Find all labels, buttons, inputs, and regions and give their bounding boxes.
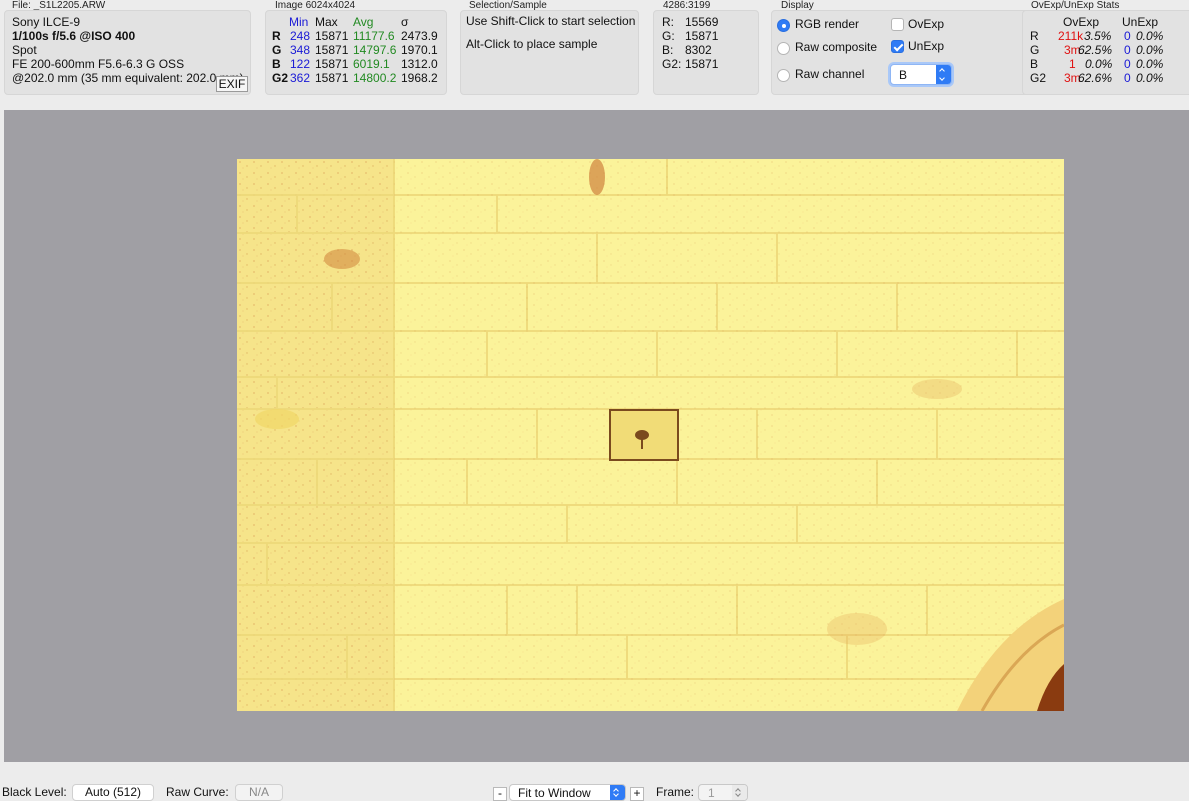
exif-button[interactable]: EXIF bbox=[216, 76, 248, 92]
zoom-in-button[interactable]: + bbox=[630, 787, 644, 801]
sample-g-value: 15871 bbox=[685, 29, 719, 43]
sample-r-label: R: bbox=[662, 15, 674, 29]
row-g-sigma: 1970.1 bbox=[401, 43, 438, 57]
focal-length: @202.0 mm (35 mm equivalent: 202.0 mm) bbox=[12, 71, 244, 85]
zoom-select[interactable]: Fit to Window bbox=[509, 784, 626, 801]
stats-r-un-count: 0 bbox=[1124, 29, 1131, 43]
row-b-channel: B bbox=[272, 57, 281, 71]
stats-b-un-count: 0 bbox=[1124, 57, 1131, 71]
stats-g2-channel: G2 bbox=[1030, 71, 1047, 85]
stats-b-ov-pct: 0.0% bbox=[1085, 57, 1113, 71]
frame-stepper[interactable]: 1 bbox=[698, 784, 748, 801]
stats-g2-un-count: 0 bbox=[1124, 71, 1131, 85]
lens-model: FE 200-600mm F5.6-6.3 G OSS bbox=[12, 57, 185, 71]
black-level-field[interactable]: Auto (512) bbox=[72, 784, 154, 801]
ovexp-label[interactable]: OvExp bbox=[908, 17, 944, 31]
stats-header-ovexp: OvExp bbox=[1063, 15, 1100, 29]
stats-r-channel: R bbox=[1030, 29, 1039, 43]
stats-header-unexp: UnExp bbox=[1122, 15, 1159, 29]
black-level-label: Black Level: bbox=[2, 785, 67, 799]
header-max: Max bbox=[315, 15, 338, 29]
row-g2-sigma: 1968.2 bbox=[401, 71, 438, 85]
row-b-min: 122 bbox=[290, 57, 311, 71]
rgb-render-label[interactable]: RGB render bbox=[795, 17, 859, 31]
sample-g-label: G: bbox=[662, 29, 675, 43]
row-g-max: 15871 bbox=[315, 43, 349, 57]
sample-values-panel: R: 15569 G: 15871 B: 8302 G2: 15871 bbox=[653, 10, 759, 95]
row-r-sigma: 2473.9 bbox=[401, 29, 438, 43]
stats-g-channel: G bbox=[1030, 43, 1040, 57]
stats-r-ov-pct: 3.5% bbox=[1084, 29, 1112, 43]
chevron-updown-icon bbox=[610, 785, 625, 800]
sample-b-label: B: bbox=[662, 43, 674, 57]
stats-r-ov-count: 211k bbox=[1058, 29, 1084, 43]
sample-g2-value: 15871 bbox=[685, 57, 719, 71]
stats-r-un-pct: 0.0% bbox=[1136, 29, 1164, 43]
sample-g2-label: G2: bbox=[662, 57, 682, 71]
row-b-avg: 6019.1 bbox=[353, 57, 390, 71]
selection-panel: Use Shift-Click to start selection Alt-C… bbox=[460, 10, 639, 95]
stats-g-un-count: 0 bbox=[1124, 43, 1131, 57]
row-r-avg: 11177.6 bbox=[353, 29, 395, 43]
unexp-label[interactable]: UnExp bbox=[908, 39, 944, 53]
image-stats-panel: Min Max Avg σ R 248 15871 11177.6 2473.9… bbox=[265, 10, 447, 95]
stats-g2-un-pct: 0.0% bbox=[1136, 71, 1164, 85]
bottom-toolbar: Black Level: Auto (512) Raw Curve: N/A -… bbox=[0, 784, 1189, 801]
row-g-channel: G bbox=[272, 43, 282, 57]
camera-model: Sony ILCE-9 bbox=[12, 15, 81, 29]
file-info-panel: Sony ILCE-9 1/100s f/5.6 @ISO 400 Spot F… bbox=[4, 10, 251, 95]
row-g2-min: 362 bbox=[290, 71, 311, 85]
stats-g2-ov-pct: 62.6% bbox=[1078, 71, 1113, 85]
display-panel: RGB render Raw composite Raw channel OvE… bbox=[771, 10, 1035, 95]
header-avg: Avg bbox=[353, 15, 374, 29]
raw-composite-label[interactable]: Raw composite bbox=[795, 40, 877, 54]
stats-b-channel: B bbox=[1030, 57, 1039, 71]
stats-g-un-pct: 0.0% bbox=[1136, 43, 1164, 57]
chevron-updown-icon bbox=[936, 65, 951, 84]
sample-b-value: 8302 bbox=[685, 43, 712, 57]
raw-channel-radio[interactable] bbox=[777, 69, 790, 82]
sample-hint: Alt-Click to place sample bbox=[466, 37, 598, 51]
raw-channel-select-value: B bbox=[899, 68, 908, 82]
row-r-min: 248 bbox=[290, 29, 311, 43]
image-viewer[interactable] bbox=[4, 110, 1189, 762]
row-g-min: 348 bbox=[290, 43, 311, 57]
rgb-render-radio[interactable] bbox=[777, 19, 790, 32]
row-r-max: 15871 bbox=[315, 29, 349, 43]
row-g2-channel: G2 bbox=[272, 71, 289, 85]
raw-channel-select[interactable]: B bbox=[890, 64, 952, 85]
header-sigma: σ bbox=[401, 15, 409, 29]
zoom-select-value: Fit to Window bbox=[518, 786, 591, 800]
selection-hint: Use Shift-Click to start selection bbox=[466, 14, 636, 28]
stats-g-ov-pct: 62.5% bbox=[1078, 43, 1113, 57]
raw-image-preview[interactable] bbox=[237, 159, 1064, 711]
exposure-stats-panel: OvExp UnExp R 211k 3.5% 0 0.0% G 3m 62.5… bbox=[1022, 10, 1189, 95]
raw-curve-label: Raw Curve: bbox=[166, 785, 229, 799]
exposure-settings: 1/100s f/5.6 @ISO 400 bbox=[12, 29, 136, 43]
row-g2-avg: 14800.2 bbox=[353, 71, 397, 85]
raw-curve-field: N/A bbox=[235, 784, 283, 801]
frame-label: Frame: bbox=[656, 785, 695, 799]
sample-r-value: 15569 bbox=[685, 15, 719, 29]
unexp-checkbox[interactable] bbox=[891, 40, 904, 53]
stats-b-un-pct: 0.0% bbox=[1136, 57, 1164, 71]
header-min: Min bbox=[289, 15, 309, 29]
row-b-sigma: 1312.0 bbox=[401, 57, 438, 71]
row-g2-max: 15871 bbox=[315, 71, 349, 85]
raw-composite-radio[interactable] bbox=[777, 42, 790, 55]
zoom-out-button[interactable]: - bbox=[493, 787, 507, 801]
metering-mode: Spot bbox=[12, 43, 37, 57]
ovexp-checkbox[interactable] bbox=[891, 18, 904, 31]
row-r-channel: R bbox=[272, 29, 281, 43]
row-b-max: 15871 bbox=[315, 57, 349, 71]
stats-b-ov-count: 1 bbox=[1069, 57, 1076, 71]
raw-channel-label[interactable]: Raw channel bbox=[795, 67, 864, 81]
row-g-avg: 14797.6 bbox=[353, 43, 397, 57]
frame-value: 1 bbox=[708, 786, 715, 800]
stepper-arrows-icon bbox=[732, 785, 747, 800]
